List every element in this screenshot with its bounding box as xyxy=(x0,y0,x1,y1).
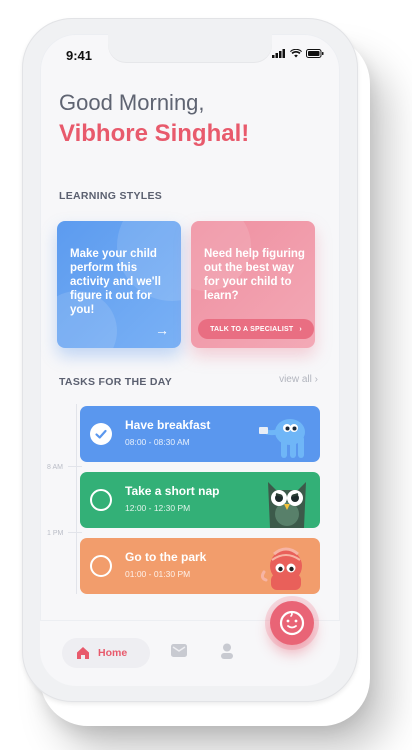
talk-to-specialist-button[interactable]: TALK TO A SPECIALIST › xyxy=(198,319,314,339)
elephant-icon xyxy=(259,419,305,458)
task-checkbox[interactable] xyxy=(90,489,112,511)
learning-style-card-specialist[interactable]: Need help figuring out the best way for … xyxy=(191,221,315,348)
baby-face-icon xyxy=(279,610,305,636)
chevron-right-icon: › xyxy=(314,374,318,385)
chevron-right-icon: › xyxy=(299,325,302,333)
task-item[interactable]: Have breakfast 08:00 - 08:30 AM xyxy=(80,406,320,462)
nav-home-button[interactable]: Home xyxy=(62,638,150,668)
task-name: Go to the park xyxy=(125,550,207,564)
time-marker: 8 AM xyxy=(47,464,63,471)
task-time: 12:00 - 12:30 PM xyxy=(125,503,191,513)
mail-icon[interactable] xyxy=(171,644,187,662)
learning-style-card-activity[interactable]: Make your child perform this activity an… xyxy=(57,221,181,348)
status-time: 9:41 xyxy=(66,48,93,63)
task-name: Take a short nap xyxy=(125,484,220,498)
timeline-tick xyxy=(68,466,82,467)
app-screen: 9:41 Good Morning, Vibhore Singhal! LEAR… xyxy=(40,34,340,686)
child-profile-fab[interactable] xyxy=(270,601,314,645)
owl-icon xyxy=(268,482,306,528)
task-checkbox-checked[interactable] xyxy=(90,423,112,445)
task-item[interactable]: Take a short nap 12:00 - 12:30 PM xyxy=(80,472,320,528)
task-item[interactable]: Go to the park 01:00 - 01:30 PM xyxy=(80,538,320,594)
time-marker: 1 PM xyxy=(47,530,64,537)
view-all-link[interactable]: view all › xyxy=(279,374,318,385)
card-text: Need help figuring out the best way for … xyxy=(204,248,305,302)
greeting-text: Good Morning, xyxy=(59,90,205,115)
check-icon xyxy=(95,429,107,439)
task-checkbox[interactable] xyxy=(90,555,112,577)
profile-icon[interactable] xyxy=(220,643,234,664)
notch xyxy=(108,34,272,62)
user-name: Vibhore Singhal! xyxy=(59,120,250,147)
arrow-right-icon[interactable]: → xyxy=(155,322,169,338)
nav-home-label: Home xyxy=(98,647,128,659)
task-time: 01:00 - 01:30 PM xyxy=(125,569,191,579)
signal-icon xyxy=(272,49,285,58)
learning-styles-title: LEARNING STYLES xyxy=(59,190,163,202)
task-name: Have breakfast xyxy=(125,418,211,432)
home-icon xyxy=(77,647,89,659)
octopus-icon xyxy=(260,547,302,590)
status-icons xyxy=(272,49,324,58)
timeline-tick xyxy=(68,532,82,533)
talk-to-specialist-label: TALK TO A SPECIALIST xyxy=(210,325,294,333)
task-time: 08:00 - 08:30 AM xyxy=(125,437,190,447)
view-all-label: view all xyxy=(279,374,312,385)
timeline-line xyxy=(76,404,77,594)
card-text: Make your child perform this activity an… xyxy=(70,248,161,316)
wifi-icon xyxy=(290,49,302,58)
tasks-title: TASKS FOR THE DAY xyxy=(59,376,173,388)
battery-icon xyxy=(306,49,324,58)
